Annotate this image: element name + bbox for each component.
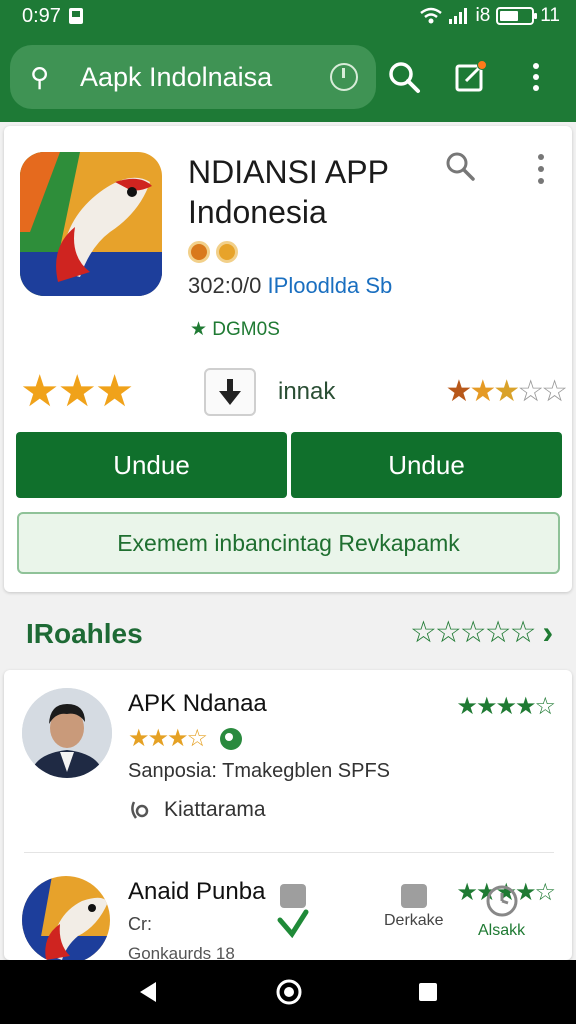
download-secondary-button[interactable]: Undue <box>291 432 562 498</box>
app-card: NDIANSI APP Indonesia 302:0/0 IPloodlda … <box>4 126 572 592</box>
reviewer-avatar[interactable] <box>22 688 112 778</box>
wifi-icon <box>419 7 442 24</box>
signal-icon <box>448 8 467 24</box>
reviews-card: APK Ndanaa ★★★☆ Sanposia: Tmakegblen SPF… <box>4 670 572 960</box>
clock-icon <box>486 885 518 917</box>
app-title: NDIANSI APP Indonesia <box>188 152 389 232</box>
outline-action-button[interactable]: Exemem inbancintag Revkapamk <box>17 512 560 574</box>
app-bar: ⚲ Aapk Indolnaisa <box>0 32 576 122</box>
recents-icon[interactable] <box>416 980 440 1004</box>
review-location: Kiattarama <box>128 798 266 822</box>
app-logo[interactable] <box>20 152 162 296</box>
search-button[interactable] <box>384 57 424 97</box>
card-overflow-menu[interactable] <box>538 154 544 184</box>
battery-text: 11 <box>540 5 560 26</box>
review-subtitle: Sanposia: Tmakegblen SPFS <box>128 760 391 782</box>
developer-link[interactable]: IPloodlda Sb <box>268 273 393 298</box>
search-bar[interactable]: ⚲ Aapk Indolnaisa <box>10 45 376 109</box>
action-buttons: Undue Undue <box>16 432 562 498</box>
section-rating[interactable]: ☆☆☆☆☆ › <box>410 614 553 651</box>
edit-button[interactable] <box>450 57 490 97</box>
download-primary-button[interactable]: Undue <box>16 432 287 498</box>
app-tag: ★ DGM0S <box>190 319 280 340</box>
back-icon[interactable] <box>136 979 162 1005</box>
nav-item-label-2: Alsakk <box>478 922 526 939</box>
notification-icon <box>68 8 83 24</box>
search-input[interactable]: Aapk Indolnaisa <box>60 62 330 93</box>
voice-search-icon[interactable] <box>330 63 358 91</box>
verified-icon <box>220 727 243 750</box>
review-subtitle-2b: Gonkaurds 18 <box>128 944 235 960</box>
bottom-nav-item[interactable]: Derkake <box>384 884 444 930</box>
card-search-button[interactable] <box>444 150 476 187</box>
reviewer-green-stars: ★★★★☆ <box>456 693 556 720</box>
location-icon <box>131 801 149 819</box>
app-size: 302:0/0 <box>188 273 262 298</box>
section-stars-icon: ☆☆☆☆☆ <box>410 616 536 649</box>
signal-text: Ꭵ8 <box>475 5 491 26</box>
rating-row: ★★★ innak ★★★☆☆ <box>20 364 568 416</box>
nav-item-icon <box>400 884 427 908</box>
small-rating-stars: ★★★☆☆ <box>445 375 568 408</box>
bottom-nav-item-2[interactable]: Alsakk <box>478 884 525 940</box>
gold-rating-stars: ★★★ <box>20 367 134 416</box>
review-subtitle-2: Cr: <box>128 914 152 934</box>
status-time: 0:97 <box>22 4 61 27</box>
chevron-right-icon[interactable]: › <box>542 614 553 651</box>
location-pin-icon: ⚲ <box>30 61 50 92</box>
reviewer-avatar-2[interactable] <box>22 876 110 960</box>
badge-icon <box>216 241 238 263</box>
notification-dot <box>477 60 487 70</box>
battery-icon <box>496 7 538 25</box>
home-icon[interactable] <box>274 977 304 1007</box>
bottom-download-item[interactable] <box>276 884 310 938</box>
install-label: innak <box>278 378 336 405</box>
divider <box>24 852 554 853</box>
download-button[interactable] <box>204 368 256 416</box>
system-nav-bar <box>0 960 576 1024</box>
download-check-icon <box>277 909 309 938</box>
reviewer-name: APK Ndanaa <box>128 690 267 717</box>
app-title-line2: Indonesia <box>188 194 327 230</box>
reviewer-gold-stars: ★★★☆ <box>128 724 243 753</box>
search-icon <box>446 152 475 181</box>
app-title-line1: NDIANSI APP <box>188 154 389 190</box>
status-bar: 0:97 Ꭵ8 11 <box>0 0 576 32</box>
badge-icon <box>188 241 210 263</box>
review-location-text: Kiattarama <box>164 798 266 821</box>
reviewer-name-2: Anaid Punba <box>128 878 266 905</box>
overflow-menu-button[interactable] <box>516 57 556 97</box>
app-badges <box>188 241 238 263</box>
lock-icon <box>280 884 306 908</box>
download-arrow-icon <box>219 379 241 405</box>
search-icon <box>389 62 420 93</box>
nav-item-label: Derkake <box>384 912 444 929</box>
section-title: IRoahles <box>26 618 143 649</box>
app-meta: 302:0/0 IPloodlda Sb <box>188 273 392 299</box>
